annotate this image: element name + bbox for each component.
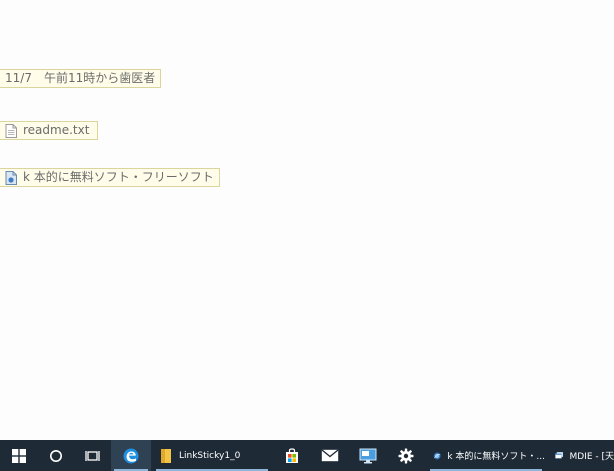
- task-view-button[interactable]: [74, 440, 111, 471]
- settings-button[interactable]: [387, 440, 424, 471]
- browser-icon: [433, 452, 441, 459]
- store-button[interactable]: [273, 440, 310, 471]
- taskbar: LinkSticky1_0 k 本的に無料ソフト・... MDIE - [天: [0, 440, 614, 471]
- task-label: MDIE - [天: [569, 452, 614, 462]
- task-label: k 本的に無料ソフト・...: [447, 452, 545, 462]
- store-icon: [285, 447, 298, 463]
- sticky-note-dentist[interactable]: 11/7 午前11時から歯医者: [0, 69, 161, 88]
- sticky-note-free-software[interactable]: k 本的に無料ソフト・フリーソフト: [0, 168, 220, 187]
- task-linksticky-folder[interactable]: LinkSticky1_0: [153, 440, 271, 471]
- web-document-icon: [5, 170, 17, 185]
- gear-icon: [398, 448, 413, 463]
- sticky-note-label: readme.txt: [23, 123, 90, 137]
- mail-button[interactable]: [311, 440, 348, 471]
- remote-desktop-button[interactable]: [349, 440, 386, 471]
- task-browser-free-software[interactable]: k 本的に無料ソフト・...: [427, 440, 545, 471]
- mail-icon: [321, 449, 338, 462]
- task-view-icon: [84, 450, 100, 461]
- sticky-note-readme[interactable]: readme.txt: [0, 121, 98, 140]
- sticky-note-label: 11/7 午前11時から歯医者: [5, 71, 156, 85]
- app-window-icon: [555, 452, 564, 459]
- circle-icon: [49, 449, 62, 462]
- windows-logo-icon: [11, 448, 26, 463]
- task-mdie[interactable]: MDIE - [天: [549, 440, 614, 471]
- desktop: 11/7 午前11時から歯医者 readme.txt k 本的に無料ソフト・フリ…: [0, 0, 614, 440]
- sticky-note-label: k 本的に無料ソフト・フリーソフト: [23, 170, 214, 184]
- edge-button[interactable]: [111, 440, 151, 471]
- text-file-icon: [5, 123, 17, 138]
- start-button[interactable]: [0, 440, 37, 471]
- task-label: LinkSticky1_0: [179, 450, 241, 461]
- monitor-icon: [359, 448, 376, 463]
- edge-icon: [123, 448, 139, 463]
- search-button[interactable]: [37, 440, 74, 471]
- folder-icon: [161, 448, 171, 463]
